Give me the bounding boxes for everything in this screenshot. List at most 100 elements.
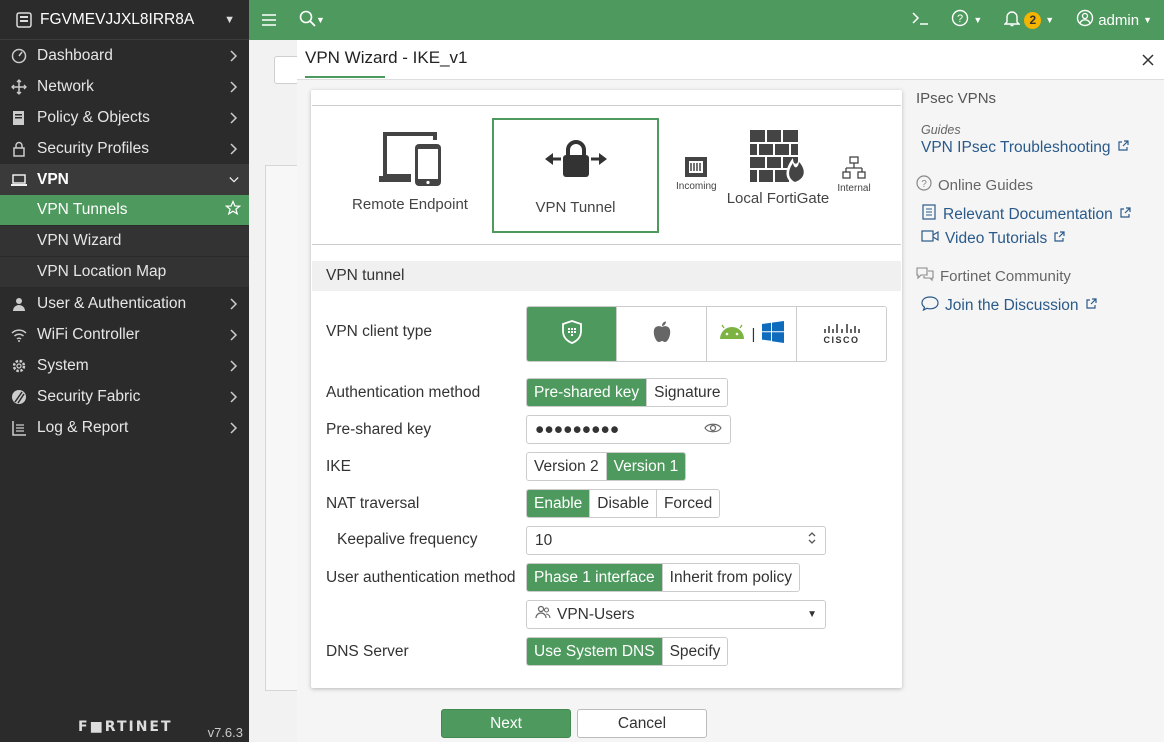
sidebar-item-network[interactable]: Network [0,71,249,102]
vpn-tunnel-section-header: VPN tunnel [312,261,901,291]
auth-method-toggle: Pre-shared key Signature [526,378,729,407]
internal-label: Internal [837,183,871,194]
ike-version-1-option[interactable]: Version 1 [606,453,686,480]
dns-specify-option[interactable]: Specify [662,638,728,665]
chevron-down-icon: ▼ [1045,15,1055,25]
sidebar-item-system[interactable]: System [0,350,249,381]
user-auth-inherit-option[interactable]: Inherit from policy [662,564,799,591]
hamburger-menu-icon[interactable] [249,13,289,27]
chevron-right-icon [229,111,239,125]
troubleshooting-link[interactable]: VPN IPsec Troubleshooting [921,139,1156,157]
keepalive-input[interactable]: 10 [526,526,826,555]
client-type-android-windows[interactable]: | [707,307,797,361]
sidebar-item-label: VPN Location Map [37,263,167,280]
eye-icon[interactable] [704,421,722,439]
notifications-button[interactable]: 2 ▼ [1003,9,1055,31]
keepalive-value: 10 [535,531,553,549]
sidebar-item-security-fabric[interactable]: Security Fabric [0,381,249,412]
device-name: FGVMEVJJXL8IRR8A [40,10,195,28]
user-auth-label: User authentication method [326,569,516,586]
stepper-icon[interactable] [807,531,817,550]
dns-use-system-option[interactable]: Use System DNS [527,638,663,665]
sidebar-item-security-profiles[interactable]: Security Profiles [0,133,249,164]
devices-icon [340,126,480,192]
cli-console-button[interactable] [911,11,929,29]
dns-label: DNS Server [326,643,409,660]
apple-icon [652,320,672,348]
join-discussion-link[interactable]: Join the Discussion [921,295,1156,316]
dns-server-toggle: Use System DNS Specify [526,637,729,666]
psk-masked-value: ●●●●●●●●● [535,420,620,438]
client-type-forticlient[interactable] [527,307,617,361]
help-button[interactable]: ? ▼ [951,9,982,31]
top-bar: ▼ ? ▼ 2 ▼ admin ▼ [249,0,1164,40]
client-type-label: VPN client type [326,323,432,340]
svg-text:?: ? [921,179,927,190]
user-icon [10,295,28,313]
sidebar-item-policy-objects[interactable]: Policy & Objects [0,102,249,133]
sidebar-item-vpn-tunnels[interactable]: VPN Tunnels [0,195,249,226]
user-group-value: VPN-Users [557,605,635,623]
relevant-docs-link[interactable]: Relevant Documentation [921,204,1156,225]
cisco-icon: CISCO [823,323,861,345]
gear-icon [10,357,28,375]
chevron-down-icon: ▼ [224,13,235,26]
nat-forced-option[interactable]: Forced [656,490,720,517]
topology-local-fortigate: Local FortiGate [718,118,838,234]
fortinet-logo: F■RTINET [78,719,173,735]
internal-network-icon [834,156,874,183]
wizard-card: Remote Endpoint VPN Tunnel Incoming Loca… [311,90,902,688]
external-link-icon [1117,139,1129,157]
user-group-select[interactable]: VPN-Users ▼ [526,600,826,629]
ike-version-toggle: Version 2 Version 1 [526,452,687,481]
chevron-right-icon [229,359,239,373]
nat-disable-option[interactable]: Disable [590,490,657,517]
android-icon [719,324,745,344]
device-icon [14,11,34,29]
user-menu[interactable]: admin ▼ [1076,9,1152,31]
next-button[interactable]: Next [441,709,571,738]
laptop-icon [10,171,28,189]
sidebar-item-wifi-controller[interactable]: WiFi Controller [0,319,249,350]
dialog-footer: Next Cancel [441,709,707,738]
sidebar-item-log-report[interactable]: Log & Report [0,412,249,443]
topology-vpn-tunnel: VPN Tunnel [492,118,659,233]
close-icon[interactable] [1140,52,1156,68]
sidebar-item-label: Policy & Objects [37,108,150,126]
auth-signature-option[interactable]: Signature [647,379,728,406]
sidebar-item-vpn-location-map[interactable]: VPN Location Map [0,257,249,288]
chevron-down-icon: ▼ [1143,15,1152,25]
ike-label: IKE [326,458,351,475]
book-icon [921,204,937,225]
cancel-button[interactable]: Cancel [577,709,707,738]
sidebar-item-vpn-wizard[interactable]: VPN Wizard [0,226,249,257]
sidebar-footer: F■RTINET v7.6.3 [0,712,249,742]
chevron-down-icon [229,173,239,187]
chevron-right-icon [229,390,239,404]
ike-version-2-option[interactable]: Version 2 [527,453,607,480]
nat-label: NAT traversal [326,495,420,512]
sidebar-item-user-authentication[interactable]: User & Authentication [0,288,249,319]
help-title: IPsec VPNs [916,90,997,107]
chevron-right-icon [229,142,239,156]
nat-enable-option[interactable]: Enable [527,490,591,517]
psk-input[interactable]: ●●●●●●●●● [526,415,731,444]
client-type-apple[interactable] [617,307,707,361]
auth-pre-shared-key-option[interactable]: Pre-shared key [527,379,648,406]
client-type-cisco[interactable]: CISCO [797,307,886,361]
video-tutorials-link[interactable]: Video Tutorials [921,229,1156,248]
device-selector[interactable]: FGVMEVJJXL8IRR8A ▼ [0,0,249,40]
dropdown-caret-icon: ▼ [807,609,817,620]
sidebar: FGVMEVJJXL8IRR8A ▼ Dashboard Network Pol… [0,0,249,742]
search-button[interactable]: ▼ [299,10,325,31]
sidebar-item-dashboard[interactable]: Dashboard [0,40,249,71]
online-guides-header: ? Online Guides [916,175,1156,195]
user-auth-phase1-option[interactable]: Phase 1 interface [527,564,663,591]
sidebar-item-label: Security Profiles [37,139,149,157]
username: admin [1098,11,1140,29]
user-circle-icon [1076,9,1094,31]
sidebar-item-vpn[interactable]: VPN [0,164,249,195]
sidebar-item-label: User & Authentication [37,294,187,312]
question-icon: ? [916,175,932,195]
star-icon[interactable] [224,199,242,221]
